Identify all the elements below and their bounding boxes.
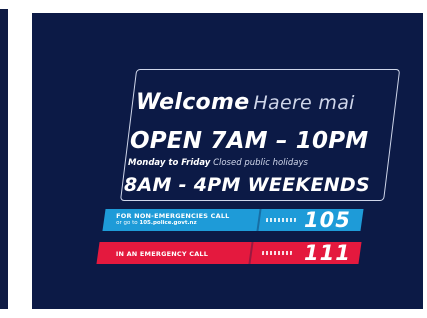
non-emergency-sub: or go to 105.police.govt.nz [116,220,229,226]
emergency-number: 111 [304,241,351,265]
open-hours: OPEN 7AM – 10PM [130,128,369,154]
left-edge-strip [0,9,8,309]
welcome-heading: Welcome Haere mai [136,90,355,115]
welcome-maori-text: Haere mai [253,92,355,114]
weekday-note: Closed public holidays [213,158,308,168]
emergency-label: IN AN EMERGENCY CALL [115,250,209,258]
non-emergency-bar: FOR NON-EMERGENCIES CALL or go to 105.po… [102,208,364,232]
non-emergency-stripes [265,218,297,222]
weekday-line: Monday to Friday Closed public holidays [128,158,308,168]
welcome-text: Welcome [136,90,250,115]
non-emergency-label: FOR NON-EMERGENCIES CALL [116,212,230,220]
non-emergency-divider [256,209,262,231]
weekday-days: Monday to Friday [128,158,211,168]
emergency-bar: IN AN EMERGENCY CALL 111 [96,241,362,265]
non-emergency-number: 105 [304,208,351,232]
non-emergency-label-block: FOR NON-EMERGENCIES CALL or go to 105.po… [116,212,229,226]
non-emergency-url: 105.police.govt.nz [139,220,197,226]
emergency-divider [248,242,254,264]
non-emergency-sub-prefix: or go to [116,220,138,226]
emergency-stripes [261,251,293,255]
weekend-hours: 8AM - 4PM WEEKENDS [124,174,370,196]
